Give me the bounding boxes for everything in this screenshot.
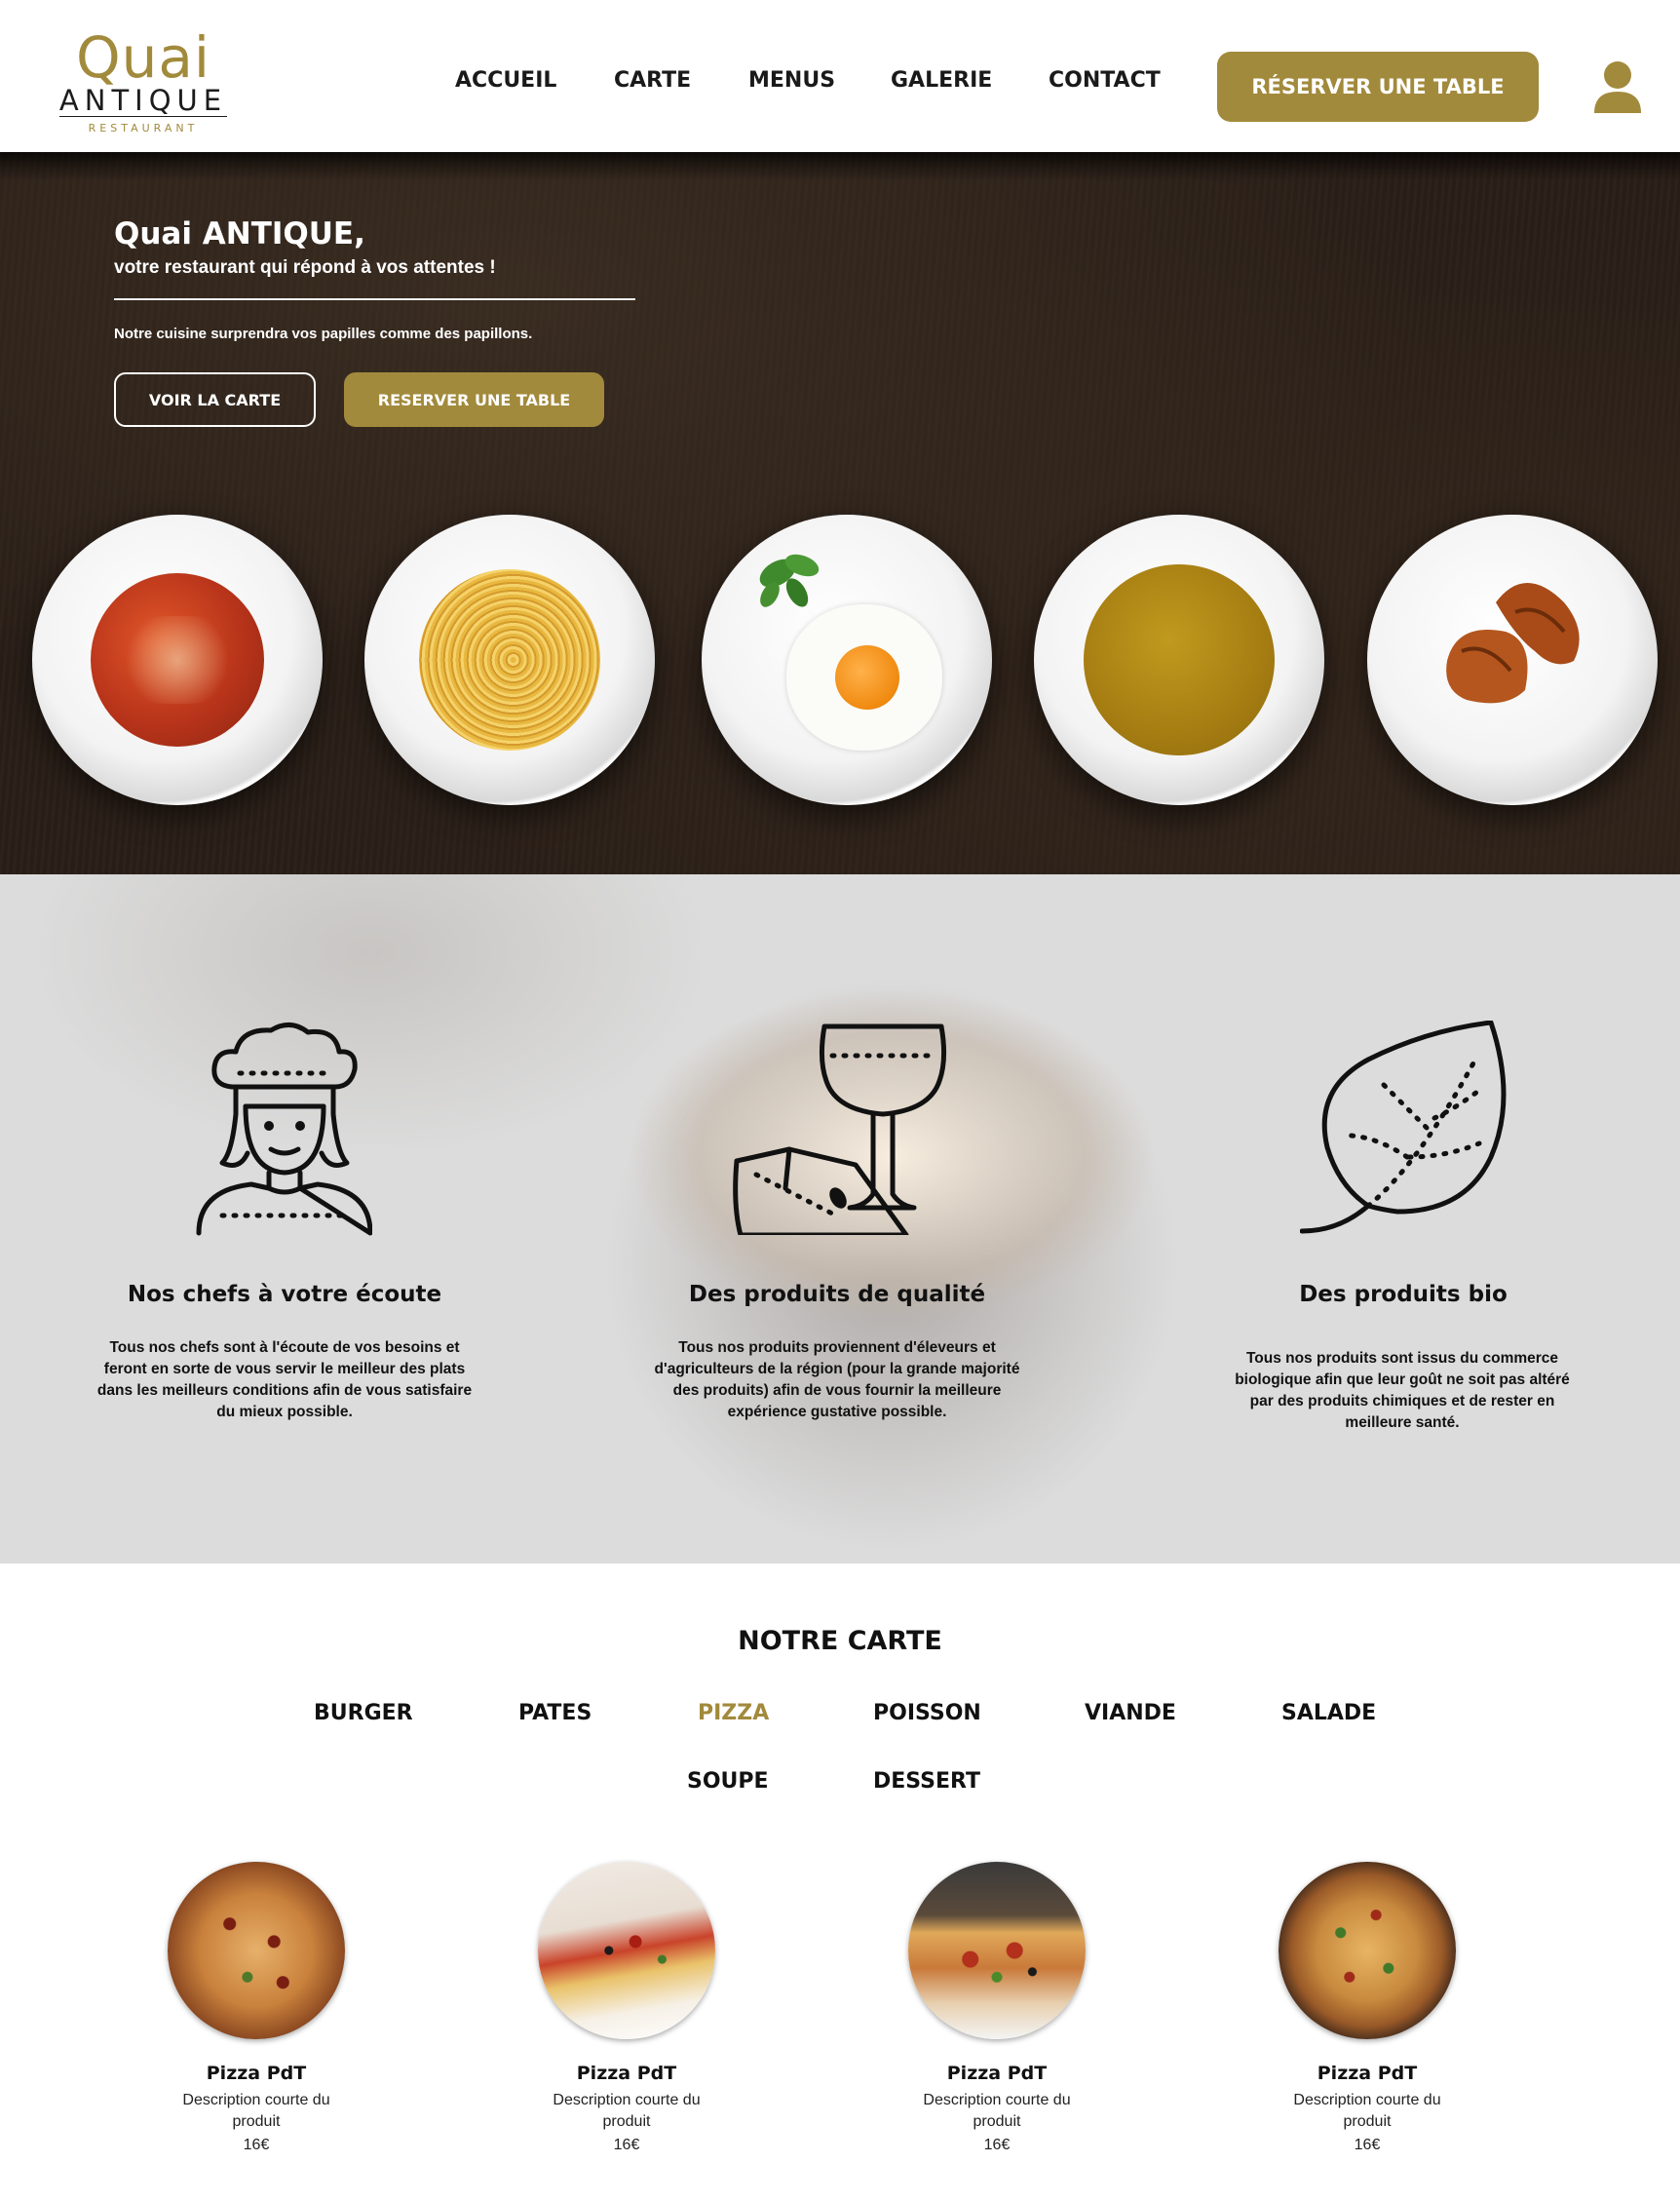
tab-pates[interactable]: PATES — [518, 1701, 592, 1725]
plate-soup-image — [32, 515, 323, 805]
reserve-table-button[interactable]: RÉSERVER UNE TABLE — [1217, 52, 1539, 122]
plate-croissant-image — [1367, 515, 1658, 805]
logo-sub: RESTAURANT — [88, 122, 199, 135]
product-name: Pizza PdT — [946, 2063, 1048, 2084]
product-card[interactable]: Pizza PdT Description courte du produit … — [500, 1862, 753, 2154]
product-price: 16€ — [613, 2137, 640, 2153]
product-card[interactable]: Pizza PdT Description courte du produit … — [870, 1862, 1124, 2154]
tab-dessert[interactable]: DESSERT — [873, 1769, 980, 1794]
product-name: Pizza PdT — [206, 2063, 307, 2084]
site-header: Quai ANTIQUE RESTAURANT ACCUEIL CARTE ME… — [0, 0, 1680, 152]
wine-cheese-icon — [733, 1023, 947, 1235]
feature-title: Des produits bio — [1299, 1282, 1508, 1307]
hero-title: Quai ANTIQUE, — [114, 216, 365, 251]
user-icon[interactable] — [1592, 60, 1643, 113]
feature-quality: Des produits de qualité Tous nos produit… — [639, 874, 1035, 1564]
tab-poisson[interactable]: POISSON — [873, 1701, 981, 1725]
feature-text: Tous nos produits proviennent d'éleveurs… — [654, 1339, 1020, 1420]
nav-item-contact[interactable]: CONTACT — [1049, 68, 1161, 93]
product-name: Pizza PdT — [1317, 2063, 1418, 2084]
feature-text: Tous nos chefs sont à l'écoute de vos be… — [96, 1339, 473, 1420]
feature-title: Nos chefs à votre écoute — [127, 1282, 442, 1307]
hero-reserve-button[interactable]: RESERVER UNE TABLE — [344, 372, 604, 427]
feature-chefs: Nos chefs à votre écoute Tous nos chefs … — [80, 874, 489, 1564]
features-section: Nos chefs à votre écoute Tous nos chefs … — [0, 874, 1680, 1564]
nav-item-carte[interactable]: CARTE — [614, 68, 691, 93]
nav-item-menus[interactable]: MENUS — [748, 68, 835, 93]
plate-pasta-image — [364, 515, 655, 805]
logo[interactable]: Quai ANTIQUE RESTAURANT — [53, 29, 234, 136]
product-image — [908, 1862, 1086, 2039]
tab-pizza[interactable]: PIZZA — [698, 1701, 769, 1725]
tab-burger[interactable]: BURGER — [314, 1701, 413, 1725]
product-price: 16€ — [983, 2137, 1011, 2153]
product-image — [538, 1862, 715, 2039]
carte-title: NOTRE CARTE — [738, 1626, 942, 1656]
chef-icon — [196, 1023, 372, 1236]
logo-main: Quai — [75, 24, 211, 91]
hero-tagline: Notre cuisine surprendra vos papilles co… — [114, 326, 533, 342]
logo-secondary: ANTIQUE — [58, 84, 228, 117]
product-image — [168, 1862, 345, 2039]
product-description: Description courte du produit — [182, 2092, 330, 2130]
nav-item-galerie[interactable]: GALERIE — [891, 68, 992, 93]
tab-soupe[interactable]: SOUPE — [687, 1769, 769, 1794]
plate-cream-soup-image — [1034, 515, 1324, 805]
product-description: Description courte du produit — [1293, 2092, 1441, 2130]
feature-bio: Des produits bio Tous nos produits sont … — [1208, 874, 1598, 1564]
product-image — [1279, 1862, 1456, 2039]
feature-title: Des produits de qualité — [688, 1282, 986, 1307]
nav-item-accueil[interactable]: ACCUEIL — [455, 68, 556, 93]
product-card[interactable]: Pizza PdT Description courte du produit … — [130, 1862, 383, 2154]
product-description: Description courte du produit — [553, 2092, 701, 2130]
hero-divider — [114, 298, 635, 300]
leaf-icon — [1300, 1021, 1507, 1234]
product-price: 16€ — [243, 2137, 270, 2153]
hero-section: Quai ANTIQUE, votre restaurant qui répon… — [0, 152, 1680, 874]
hero-subtitle: votre restaurant qui répond à vos attent… — [114, 257, 496, 278]
product-name: Pizza PdT — [576, 2063, 677, 2084]
view-menu-button[interactable]: VOIR LA CARTE — [114, 372, 316, 427]
product-card[interactable]: Pizza PdT Description courte du produit … — [1241, 1862, 1494, 2154]
tab-viande[interactable]: VIANDE — [1085, 1701, 1176, 1725]
product-description: Description courte du produit — [923, 2092, 1071, 2130]
product-price: 16€ — [1354, 2137, 1381, 2153]
feature-text: Tous nos produits sont issus du commerce… — [1235, 1350, 1570, 1431]
plate-egg-image — [702, 515, 992, 805]
tab-salade[interactable]: SALADE — [1281, 1701, 1376, 1725]
